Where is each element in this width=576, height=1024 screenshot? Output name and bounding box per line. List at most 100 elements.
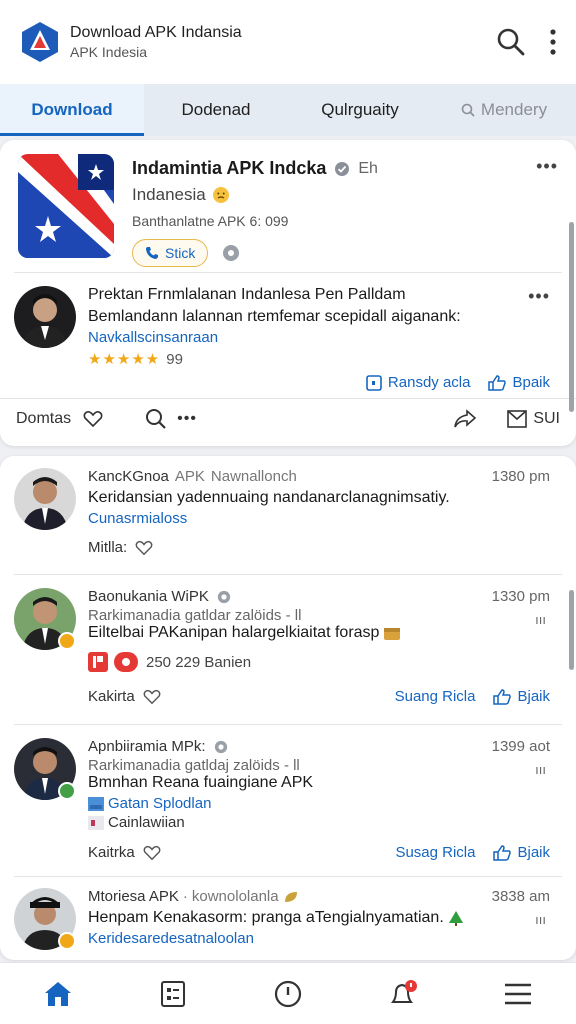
nav-home[interactable]: [0, 963, 115, 1024]
heart-icon[interactable]: [143, 845, 161, 861]
post-text: Keridansian yadennuaing nandanarclanagni…: [88, 489, 450, 506]
nav-menu[interactable]: [461, 963, 576, 1024]
nav-list[interactable]: [115, 963, 230, 1024]
post-title: Prektan Frnmlalanan Indanlesa Pen Pallda…: [88, 286, 406, 303]
post-title: Apnbiiramia MPk:: [88, 738, 206, 755]
like-button[interactable]: Bjaik: [493, 844, 550, 861]
like-label: Bpaik: [512, 374, 550, 391]
app-flag-icon[interactable]: [18, 154, 114, 258]
divider: [14, 574, 562, 575]
heart-icon[interactable]: [135, 540, 153, 556]
app-name: Indamintia APK Indcka Eh: [132, 158, 532, 179]
heart-icon[interactable]: [143, 689, 161, 705]
app-region: Indanesia: [132, 185, 532, 205]
list-item[interactable]: Mtoriesa APK · kownololanla Henpam Kenak…: [14, 888, 562, 958]
post-link[interactable]: Gatan Splodlan: [88, 795, 562, 812]
emoji-icon: [212, 186, 230, 204]
post-link[interactable]: Navkallscinsanraan: [88, 329, 562, 346]
post-meta: Rarkimanadia gatldaj zalöids - ll: [88, 757, 300, 774]
list-icon: [160, 980, 186, 1008]
tab-bar: Download Dodenad Qulrguaity Mendery: [0, 84, 576, 136]
save-button[interactable]: Ransdy acla: [366, 374, 471, 391]
more-horiz-icon[interactable]: •••: [536, 156, 558, 177]
post-footer: Mitlla:: [88, 539, 128, 556]
post-time: 1380 pm: [491, 468, 550, 485]
save-button[interactable]: Susag Ricla: [395, 844, 475, 861]
send-icon[interactable]: [507, 410, 528, 428]
search-icon[interactable]: [496, 27, 526, 57]
save-button[interactable]: Suang Ricla: [395, 688, 476, 705]
thumb-up-icon: [493, 688, 512, 705]
more-vert-icon[interactable]: [548, 28, 558, 56]
post-meta: kownololanla: [191, 888, 279, 905]
like-label: Bjaik: [517, 844, 550, 861]
image-icon: [88, 796, 104, 811]
avatar[interactable]: [14, 286, 76, 348]
tab-dodenad[interactable]: Dodenad: [144, 84, 288, 136]
avatar[interactable]: [14, 468, 76, 530]
verified-icon: [334, 161, 350, 177]
bottom-nav: [0, 962, 576, 1024]
divider: [14, 724, 562, 725]
heart-icon[interactable]: [83, 410, 103, 428]
search-icon[interactable]: [145, 408, 167, 430]
post-text-row: Eiltelbai PAKanipan halargelkiaitat fora…: [88, 624, 562, 642]
post-link[interactable]: Cunasrmialoss: [88, 510, 562, 527]
signal-icon: ııı: [535, 912, 546, 927]
app-region-text: Indanesia: [132, 185, 206, 204]
post-text: Eiltelbai PAKanipan halargelkiaitat fora…: [88, 624, 380, 641]
more-horiz-icon[interactable]: •••: [177, 410, 197, 428]
save-label: Ransdy acla: [387, 374, 471, 391]
app-summary: Indamintia APK Indcka Eh Indanesia Banth…: [18, 154, 558, 268]
share-icon[interactable]: [453, 409, 477, 429]
verified-icon: [217, 590, 231, 604]
post-time: 1399 aot: [491, 738, 550, 755]
verified-icon: [214, 740, 228, 754]
scrollbar[interactable]: [569, 590, 574, 670]
scrollbar[interactable]: [569, 222, 574, 412]
post-actions: Kaitrka Susag Ricla Bjaik: [14, 844, 562, 861]
tab-label: Dodenad: [181, 100, 251, 119]
tab-mendery[interactable]: Mendery: [432, 84, 576, 136]
post-link[interactable]: Keridesaredesatnaloolan: [88, 930, 562, 947]
post-toolbar: Domtas ••• SUI: [16, 408, 560, 430]
record-icon: [114, 652, 138, 672]
header-subtitle: APK Indesia: [70, 44, 148, 60]
post-text: Henpam Kenakasorm: pranga aTengialnyamat…: [88, 909, 444, 926]
flag-icon: [88, 652, 108, 672]
post-text: Bmnhan Reana fuaingiane APK: [88, 774, 314, 791]
post-meta: Rarkimanadia gatldar zalöids - ll: [88, 607, 302, 624]
list-item[interactable]: Apnbiiramia MPk: Rarkimanadia gatldaj za…: [14, 738, 562, 868]
signal-icon: ııı: [535, 612, 546, 627]
more-horiz-icon[interactable]: •••: [528, 286, 550, 307]
stick-button[interactable]: Stick: [132, 239, 209, 267]
list-item[interactable]: KancKGnoa APK Nawnallonch Keridansian ya…: [14, 468, 562, 568]
save-icon: [366, 374, 382, 391]
tab-download[interactable]: Download: [0, 84, 144, 136]
app-name-text: Indamintia APK Indcka: [132, 158, 327, 178]
list-item[interactable]: Baonukania WiPK Rarkimanadia gatldar zal…: [14, 588, 562, 718]
featured-post[interactable]: Prektan Frnmlalanan Indanlesa Pen Pallda…: [14, 286, 562, 396]
nav-history[interactable]: [230, 963, 345, 1024]
toolbar-label: Domtas: [16, 410, 72, 427]
signal-icon: ııı: [535, 762, 546, 777]
nav-notifications[interactable]: [346, 963, 461, 1024]
toolbar-action[interactable]: SUI: [533, 410, 560, 428]
divider: [14, 876, 562, 877]
post-feed: KancKGnoa APK Nawnallonch Keridansian ya…: [0, 456, 576, 960]
home-icon: [43, 980, 73, 1008]
save-label: Susag Ricla: [395, 844, 476, 861]
post-actions: Ransdy acla Bpaik: [14, 374, 562, 391]
like-button[interactable]: Bpaik: [488, 374, 550, 391]
post-meta: Nawnallonch: [210, 468, 297, 485]
post-title: Mtoriesa APK: [88, 888, 179, 905]
tab-quality[interactable]: Qulrguaity: [288, 84, 432, 136]
post-footer: Kakirta: [88, 688, 135, 705]
star-rating-icon: ★★★★★: [88, 351, 161, 368]
post-title: KancKGnoa: [88, 468, 169, 485]
divider: [0, 398, 576, 399]
like-button[interactable]: Bjaik: [493, 688, 550, 705]
info-icon[interactable]: [222, 244, 240, 262]
thumb-up-icon: [493, 844, 512, 861]
clock-icon: [273, 979, 303, 1009]
